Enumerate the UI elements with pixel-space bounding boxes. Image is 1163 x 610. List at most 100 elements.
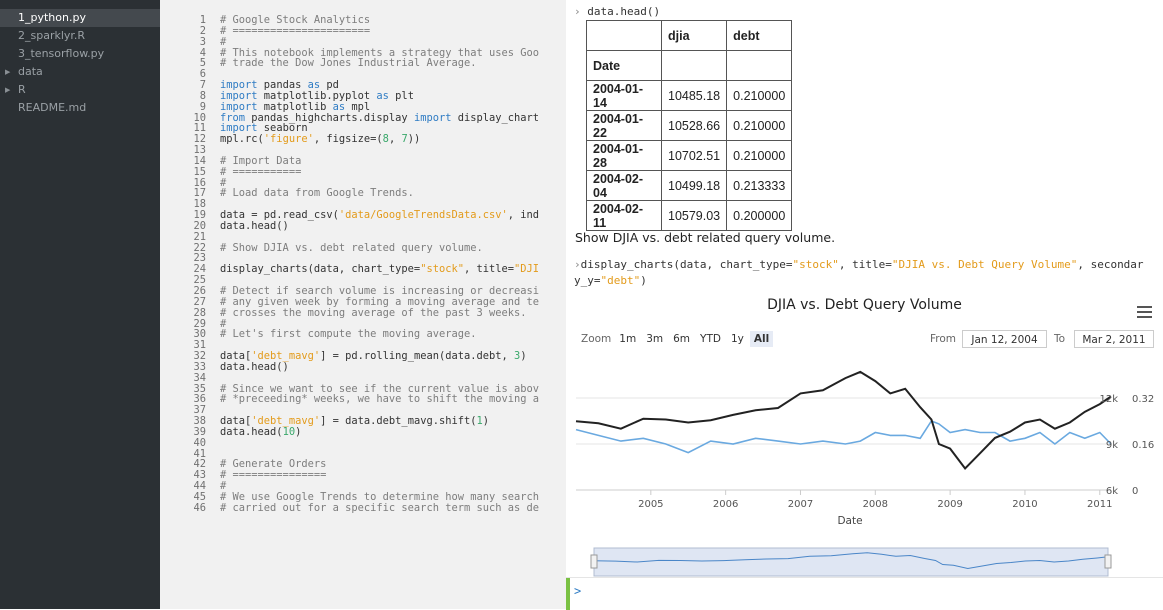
console-command-2-wrap: y_y="debt") [574,274,647,287]
table-cell: 10702.51 [660,140,728,171]
zoom-ytd-button[interactable]: YTD [696,331,725,347]
series-line-debt [575,420,1112,454]
range-from-label: From [930,333,957,345]
command-text: display_charts(data, chart_type= [580,258,793,271]
table-cell: 10528.66 [660,110,728,141]
table-header-cell [726,50,793,81]
line-number: 46 [193,501,206,514]
file-item[interactable]: 3_tensorflow.py [0,45,160,63]
table-header-row: djia debt [586,20,793,51]
file-list: 1_python.py 2_sparklyr.R 3_tensorflow.py ▶ d… [0,0,160,117]
zoom-all-button[interactable]: All [749,331,774,347]
code-line: 17 # Load data from Google Trends. [160,188,566,199]
code-token: data.head() [220,360,289,373]
zoom-1y-button[interactable]: 1y [727,331,748,347]
code-token: # ====================== [220,24,371,37]
table-cell: 10579.03 [660,200,728,231]
range-navigator[interactable] [590,547,1112,577]
code-token: , ind [507,209,540,222]
table-cell: 0.210000 [726,110,793,141]
zoom-1m-button[interactable]: 1m [615,331,640,347]
line-number: 3 [199,35,206,48]
code-text: # carried out for a specific search term… [220,501,540,514]
table-header-cell [660,50,728,81]
code-token: ) [482,415,490,428]
code-line: 22 # Show DJIA vs. debt related query vol… [160,242,566,254]
code-token: # *preceeding* weeks, we have to shift t… [220,393,540,406]
code-text: data.head() [220,221,289,232]
code-token: # carried out for a specific search term… [220,501,540,514]
y-left-tick-label: 12k [1099,394,1118,405]
navigator-selection [593,547,1109,577]
code-text: # trade the Dow Jones Industrial Average… [220,58,476,69]
stock-chart[interactable]: 2005 2006 2007 2008 2009 2010 2011 12k 9k 6k 0.32… [566,350,1163,580]
folder-item[interactable]: ▶ R [0,81,160,99]
file-item[interactable]: README.md [0,99,160,117]
folder-expand-icon[interactable]: ▶ [5,63,10,81]
line-number: 40 [193,436,206,449]
table-body: 2004-01-14 10485.18 0.210000 2004-01-22 1052… [586,80,793,231]
x-tick-label: 2005 [638,499,663,510]
table-row: 2004-02-11 10579.03 0.200000 [586,200,793,231]
code-token: ) [520,350,527,363]
table-header-cell [586,20,662,51]
code-text: data.head() [220,360,289,373]
line-number: 9 [199,100,206,113]
code-token: display_chart [451,111,540,124]
code-text: # =============== [220,470,326,481]
y-left-tick-label: 6k [1106,486,1118,497]
x-tick-label: 2008 [863,499,888,510]
code-token: , figsize=( [313,133,383,146]
table-index-cell: 2004-01-28 [586,140,662,171]
range-to-input[interactable]: Mar 2, 2011 [1074,330,1154,348]
code-text: display_charts(data, chart_type="stock",… [220,264,539,275]
line-number: 28 [193,306,206,319]
code-token: data.head( [220,425,283,438]
command-text: y_y= [574,274,601,287]
code-token: # Load data from Google Trends. [220,187,414,200]
code-token: import [413,111,452,124]
file-item-label: data [18,65,43,78]
navigator-handle[interactable] [1104,554,1112,569]
code-line: 33 data.head() [160,360,566,373]
code-text: # crosses the moving average of the past… [220,306,527,319]
line-number: 15 [193,165,206,178]
code-editor[interactable]: 1 # Google Stock Analytics 2 # ============… [160,0,566,609]
hamburger-menu-icon[interactable] [1137,306,1152,318]
table-cell: 0.210000 [726,140,793,171]
x-tick-label: 2009 [937,499,962,510]
file-item-label: 1_python.py [18,11,86,24]
console-input-bar[interactable]: > [566,577,1163,610]
folder-expand-icon[interactable]: ▶ [5,81,10,99]
navigator-handle[interactable] [590,554,598,569]
code-token: ] = data.debt_mavg.shift( [320,415,477,428]
range-from-input[interactable]: Jan 12, 2004 [962,330,1047,348]
code-token: "DJI [514,263,540,276]
code-token: )) [407,133,421,146]
code-text: # ====================== [220,24,371,37]
file-item-label: R [18,83,26,96]
code-token: as [376,89,389,102]
file-item[interactable]: 1_python.py [0,9,160,27]
code-text: mpl.rc('figure', figsize=(8, 7)) [220,134,420,145]
range-to-label: To [1054,333,1066,345]
y-left-tick-label: 9k [1106,440,1118,451]
folder-item[interactable]: ▶ data [0,63,160,81]
console-output: › data.head() djia debt Date 2004-01-14 1… [566,0,1163,609]
code-token: 10 [282,425,296,438]
code-token: ) [295,425,302,438]
table-cell: 0.213333 [726,170,793,201]
zoom-6m-button[interactable]: 6m [669,331,694,347]
input-prompt-icon: > [574,584,582,598]
y-right-tick-label: 0.16 [1132,440,1154,451]
zoom-controls: Zoom 1m 3m 6m YTD 1y All [581,330,774,348]
file-item[interactable]: 2_sparklyr.R [0,27,160,45]
x-tick-label: 2007 [788,499,813,510]
code-line: 40 [160,436,566,449]
table-index-cell: 2004-02-11 [586,200,662,231]
zoom-3m-button[interactable]: 3m [642,331,667,347]
table-row: 2004-02-04 10499.18 0.213333 [586,170,793,201]
code-token: # =============== [220,469,327,482]
prompt-chevron-icon: › [574,258,581,271]
code-token: # crosses the moving average of the past… [220,306,527,319]
